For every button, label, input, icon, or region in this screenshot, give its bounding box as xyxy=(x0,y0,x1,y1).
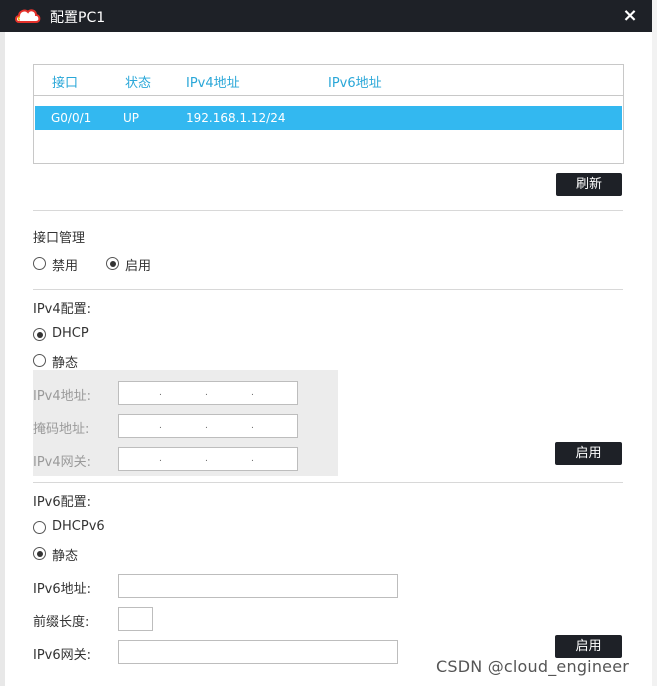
title-bar: 配置PC1 × xyxy=(0,0,652,32)
ipv6-gateway-input[interactable] xyxy=(118,640,398,664)
radio-enable-label: 启用 xyxy=(125,259,152,274)
radio-ipv4-dhcp[interactable] xyxy=(33,328,46,341)
radio-ipv6-static[interactable] xyxy=(33,547,46,560)
ipv4-config-title: IPv4配置: xyxy=(33,302,92,317)
cloud-logo-icon xyxy=(15,9,41,23)
radio-enable[interactable] xyxy=(106,257,119,270)
ipv4-gateway-label: IPv4网关: xyxy=(33,455,92,470)
radio-ipv4-static[interactable] xyxy=(33,354,46,367)
ipv6-config-title: IPv6配置: xyxy=(33,495,92,510)
header-divider xyxy=(34,95,623,96)
interface-table: 接口 状态 IPv4地址 IPv6地址 G0/0/1 UP 192.168.1.… xyxy=(33,64,624,164)
ipv4-address-input[interactable]: ... xyxy=(118,381,298,405)
cell-status: UP xyxy=(123,111,140,125)
radio-ipv6-static-label: 静态 xyxy=(52,549,79,564)
close-icon[interactable]: × xyxy=(620,6,640,26)
column-header-ipv4: IPv4地址 xyxy=(186,76,240,91)
ipv6-address-input[interactable] xyxy=(118,574,398,598)
watermark-text: CSDN @cloud_engineer xyxy=(436,657,630,676)
refresh-button[interactable]: 刷新 xyxy=(556,173,622,196)
background-window-edge xyxy=(652,0,657,686)
ipv6-gateway-label: IPv6网关: xyxy=(33,648,92,663)
column-header-status: 状态 xyxy=(125,76,152,91)
window-title: 配置PC1 xyxy=(50,10,106,26)
interface-mgmt-title: 接口管理 xyxy=(33,231,86,246)
column-header-interface: 接口 xyxy=(52,76,79,91)
table-row[interactable]: G0/0/1 UP 192.168.1.12/24 xyxy=(35,106,622,130)
subnet-mask-input[interactable]: ... xyxy=(118,414,298,438)
divider xyxy=(33,482,623,483)
ipv4-gateway-input[interactable]: ... xyxy=(118,447,298,471)
cell-interface: G0/0/1 xyxy=(51,111,92,125)
subnet-mask-label: 掩码地址: xyxy=(33,422,90,437)
prefix-length-input[interactable] xyxy=(118,607,153,631)
ipv6-apply-button[interactable]: 启用 xyxy=(555,635,622,658)
radio-ipv4-dhcp-label: DHCP xyxy=(52,326,89,341)
radio-disable-label: 禁用 xyxy=(52,259,79,274)
radio-disable[interactable] xyxy=(33,257,46,270)
ipv4-apply-button[interactable]: 启用 xyxy=(555,442,622,465)
ipv4-address-label: IPv4地址: xyxy=(33,389,92,404)
divider xyxy=(33,210,623,211)
radio-ipv6-dhcpv6-label: DHCPv6 xyxy=(52,519,105,534)
column-header-ipv6: IPv6地址 xyxy=(328,76,382,91)
cell-ipv4: 192.168.1.12/24 xyxy=(186,111,286,125)
divider xyxy=(33,289,623,290)
prefix-length-label: 前缀长度: xyxy=(33,615,90,630)
radio-ipv6-dhcpv6[interactable] xyxy=(33,521,46,534)
ipv6-address-label: IPv6地址: xyxy=(33,582,92,597)
radio-ipv4-static-label: 静态 xyxy=(52,356,79,371)
